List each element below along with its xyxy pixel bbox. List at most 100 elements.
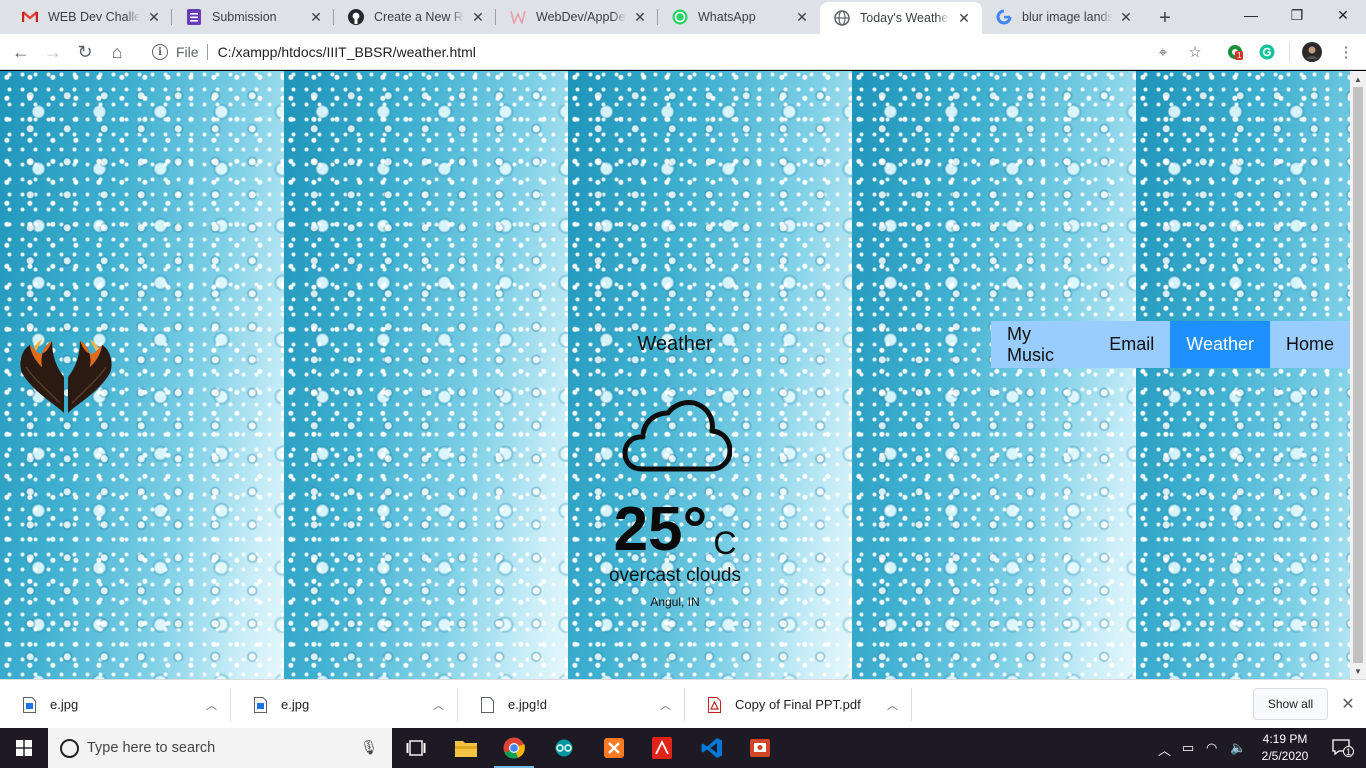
show-all-downloads-button[interactable]: Show all bbox=[1253, 688, 1328, 720]
notification-icon[interactable]: 1 bbox=[1332, 738, 1354, 759]
tab-title: Submission bbox=[212, 10, 277, 24]
menu-kebab-icon[interactable]: ⋮ bbox=[1336, 42, 1356, 62]
cortana-icon bbox=[60, 738, 79, 758]
extension-badge: 1 bbox=[1235, 51, 1244, 60]
chevron-up-icon[interactable]: ︿ bbox=[887, 697, 898, 713]
download-shelf: e.jpg ︿ e.jpg ︿ e.jpg!d ︿ Copy of Final … bbox=[0, 679, 1366, 728]
scroll-down-icon[interactable]: ▼ bbox=[1350, 664, 1366, 678]
nav-item-home[interactable]: Home bbox=[1270, 321, 1350, 368]
close-tab-icon[interactable]: ✕ bbox=[956, 10, 972, 26]
chrome-icon[interactable] bbox=[490, 728, 538, 768]
minimize-icon[interactable]: — bbox=[1228, 0, 1274, 30]
grammarly-icon[interactable] bbox=[1257, 42, 1277, 62]
scrollbar-thumb[interactable] bbox=[1353, 87, 1363, 663]
file-explorer-icon[interactable] bbox=[442, 728, 490, 768]
address-bar[interactable]: i File C:/xampp/htdocs/IIIT_BBSR/weather… bbox=[140, 38, 1220, 66]
chevron-up-icon[interactable]: ︿ bbox=[1158, 740, 1171, 759]
task-view-icon[interactable] bbox=[392, 728, 440, 768]
extension-icon[interactable]: 1 bbox=[1225, 42, 1245, 62]
tab-whatsapp[interactable]: WhatsApp ✕ bbox=[658, 0, 820, 34]
profile-avatar[interactable] bbox=[1302, 42, 1322, 62]
tab-webdev-appdev[interactable]: WebDev/AppDev E ✕ bbox=[496, 0, 658, 34]
globe-icon bbox=[834, 10, 850, 26]
battery-icon[interactable]: ▭ bbox=[1182, 740, 1194, 756]
vscode-icon[interactable] bbox=[688, 728, 736, 768]
close-tab-icon[interactable]: ✕ bbox=[794, 9, 810, 25]
chevron-up-icon[interactable]: ︿ bbox=[206, 697, 217, 713]
tab-create-repo[interactable]: Create a New Repo ✕ bbox=[334, 0, 496, 34]
close-tab-icon[interactable]: ✕ bbox=[308, 9, 324, 25]
clock-date: 2/5/2020 bbox=[1261, 749, 1309, 763]
windows-taskbar: Type here to search 🎙 ︿ ▭ ◠ 🔈 4:19 PM 2/… bbox=[0, 728, 1366, 768]
volume-icon[interactable]: 🔈 bbox=[1230, 740, 1246, 756]
back-arrow-icon[interactable]: ← bbox=[8, 39, 34, 65]
scroll-up-icon[interactable]: ▲ bbox=[1350, 72, 1366, 86]
acrobat-pdf-icon[interactable] bbox=[638, 728, 686, 768]
blank-file-icon bbox=[480, 696, 494, 713]
microphone-icon[interactable]: 🎙 bbox=[360, 739, 378, 756]
tab-title: Create a New Repo bbox=[374, 10, 464, 24]
google-icon bbox=[996, 9, 1012, 25]
download-filename: e.jpg bbox=[50, 697, 79, 712]
background-tile bbox=[1136, 71, 1350, 679]
tab-submission[interactable]: Submission ✕ bbox=[172, 0, 334, 34]
arduino-icon[interactable] bbox=[540, 728, 588, 768]
close-shelf-icon[interactable]: ✕ bbox=[1338, 694, 1358, 714]
close-tab-icon[interactable]: ✕ bbox=[470, 9, 486, 25]
background-tile bbox=[284, 71, 568, 679]
tab-todays-weather[interactable]: Today's Weather ✕ bbox=[820, 2, 982, 34]
close-tab-icon[interactable]: ✕ bbox=[632, 9, 648, 25]
system-tray: ︿ ▭ ◠ 🔈 4:19 PM 2/5/2020 1 bbox=[1150, 728, 1366, 768]
taskbar-clock[interactable]: 4:19 PM 2/5/2020 bbox=[1250, 731, 1320, 765]
taskbar-search-input[interactable]: Type here to search 🎙 bbox=[48, 728, 392, 768]
download-item[interactable]: e.jpg!d ︿ bbox=[458, 680, 685, 729]
location-target-icon[interactable]: ⌖ bbox=[1153, 42, 1173, 62]
tab-title: blur image landsca bbox=[1022, 10, 1112, 24]
wifi-icon[interactable]: ◠ bbox=[1206, 740, 1217, 756]
temperature-unit: C bbox=[713, 525, 737, 561]
site-info-icon[interactable]: i bbox=[152, 44, 168, 60]
tab-blur-image[interactable]: blur image landsca ✕ bbox=[982, 0, 1144, 34]
clock-time: 4:19 PM bbox=[1262, 732, 1308, 746]
chevron-up-icon[interactable]: ︿ bbox=[433, 697, 444, 713]
tab-title: WhatsApp bbox=[698, 10, 756, 24]
gmail-icon bbox=[22, 9, 38, 25]
close-window-icon[interactable]: ✕ bbox=[1320, 0, 1366, 30]
tab-title: Today's Weather bbox=[860, 11, 950, 25]
search-placeholder: Type here to search bbox=[87, 740, 216, 756]
divider bbox=[206, 44, 208, 60]
weather-location: Angul, IN bbox=[650, 595, 700, 609]
nav-item-my-music[interactable]: My Music bbox=[991, 321, 1093, 368]
url-text[interactable]: C:/xampp/htdocs/IIIT_BBSR/weather.html bbox=[218, 44, 476, 60]
windows-start-icon[interactable] bbox=[0, 728, 48, 768]
download-filename: Copy of Final PPT.pdf bbox=[735, 697, 861, 712]
nav-item-weather[interactable]: Weather bbox=[1170, 321, 1270, 368]
download-item[interactable]: e.jpg ︿ bbox=[231, 680, 458, 729]
browser-toolbar: ← → ↻ ⌂ i File C:/xampp/htdocs/IIIT_BBSR… bbox=[0, 34, 1366, 70]
download-item[interactable]: e.jpg ︿ bbox=[0, 680, 231, 729]
xampp-icon[interactable] bbox=[590, 728, 638, 768]
close-tab-icon[interactable]: ✕ bbox=[146, 9, 162, 25]
weather-condition: overcast clouds bbox=[608, 565, 741, 586]
nav-item-email[interactable]: Email bbox=[1093, 321, 1170, 368]
download-item[interactable]: Copy of Final PPT.pdf ︿ bbox=[685, 680, 912, 729]
background-tile bbox=[852, 71, 1136, 679]
pdf-file-icon bbox=[707, 696, 721, 713]
image-file-icon bbox=[253, 696, 267, 713]
wings-logo-icon[interactable] bbox=[14, 333, 118, 419]
close-tab-icon[interactable]: ✕ bbox=[1118, 9, 1134, 25]
home-icon[interactable]: ⌂ bbox=[104, 39, 130, 65]
tab-title: WebDev/AppDev E bbox=[536, 10, 626, 24]
chevron-up-icon[interactable]: ︿ bbox=[660, 697, 671, 713]
forward-arrow-icon[interactable]: → bbox=[40, 39, 66, 65]
presentation-app-icon[interactable] bbox=[736, 728, 784, 768]
bookmark-star-icon[interactable]: ☆ bbox=[1185, 42, 1205, 62]
browser-tab-strip: WEB Dev Challenge ✕ Submission ✕ Create … bbox=[0, 0, 1366, 34]
reload-icon[interactable]: ↻ bbox=[72, 39, 98, 65]
new-tab-button[interactable]: + bbox=[1152, 5, 1178, 31]
restore-window-icon[interactable]: ❐ bbox=[1274, 0, 1320, 30]
tab-web-dev-challenge[interactable]: WEB Dev Challenge ✕ bbox=[8, 0, 172, 34]
page-scrollbar[interactable]: ▲ ▼ bbox=[1350, 71, 1366, 679]
temperature-row: 25° C bbox=[560, 491, 790, 562]
tab-title: WEB Dev Challenge bbox=[48, 10, 140, 24]
